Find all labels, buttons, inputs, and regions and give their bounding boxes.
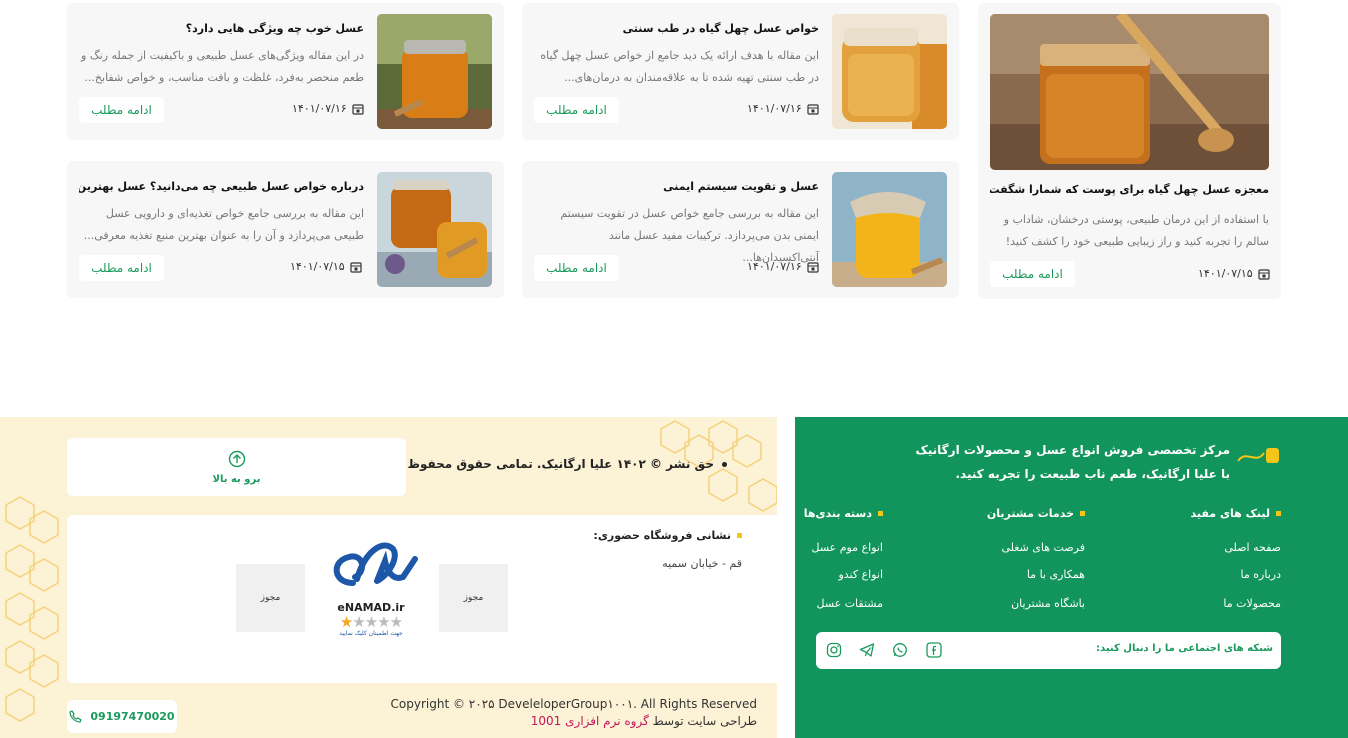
brand-subheading: با علیا ارگانیک، طعم ناب طبیعت را تجربه … <box>955 467 1230 481</box>
phone-button[interactable]: 09197470020 <box>67 700 177 733</box>
back-to-top-button[interactable]: برو به بالا <box>67 438 406 496</box>
footer-link-careers[interactable]: فرصت های شغلی <box>1001 541 1085 554</box>
article-card: عسل خوب چه ویژگی هایی دارد؟ در این مقاله… <box>67 3 504 140</box>
bullet-icon <box>722 461 727 467</box>
arrow-up-circle-icon <box>228 450 245 467</box>
customer-services-heading: خدمات مشتریان <box>987 507 1085 520</box>
article-thumbnail[interactable] <box>377 14 492 129</box>
article-date: ۱۴۰۱/۰۷/۱۶ <box>292 102 364 115</box>
article-thumbnail[interactable] <box>832 172 947 287</box>
footer-link-honey-derivatives[interactable]: مشتقات عسل <box>817 597 884 610</box>
brand-logo-icon[interactable] <box>1236 445 1280 467</box>
social-bar: شبکه های اجتماعی ما را دنبال کنید: <box>816 632 1281 669</box>
square-bullet-icon <box>878 511 883 516</box>
article-card: عسل و تقویت سیستم ایمنی این مقاله به برر… <box>522 161 959 298</box>
footer-link-hives[interactable]: انواع کندو <box>838 568 883 581</box>
footer-links-panel: مرکز تخصصی فروش انواع عسل و محصولات ارگا… <box>795 417 1348 738</box>
article-date: ۱۴۰۱/۰۷/۱۶ <box>747 260 819 273</box>
article-date: ۱۴۰۱/۰۷/۱۶ <box>747 102 819 115</box>
read-more-button[interactable]: ادامه مطلب <box>534 97 619 123</box>
article-thumbnail[interactable] <box>832 14 947 129</box>
article-card-featured: معجزه عسل چهل گیاه برای پوست که شمارا شگ… <box>978 3 1281 299</box>
square-bullet-icon <box>1080 511 1085 516</box>
brand-heading: مرکز تخصصی فروش انواع عسل و محصولات ارگا… <box>915 443 1230 457</box>
social-label: شبکه های اجتماعی ما را دنبال کنید: <box>1096 643 1273 654</box>
calendar-icon <box>350 261 362 273</box>
footer-link-beeswax[interactable]: انواع موم عسل <box>811 541 883 554</box>
article-date: ۱۴۰۱/۰۷/۱۵ <box>290 260 362 273</box>
square-bullet-icon <box>737 533 742 538</box>
read-more-button[interactable]: ادامه مطلب <box>990 261 1075 287</box>
enamad-badge[interactable]: eNAMAD.ir ★★★★★ جهت اطمینان کلیک نمایید <box>323 531 419 651</box>
license-badge[interactable]: مجوز <box>236 564 305 632</box>
star-icon: ★ <box>339 613 353 631</box>
store-info-box: نشانی فروشگاه حضوری: قم - خیابان سمیه مج… <box>67 515 777 683</box>
license-badge[interactable]: مجوز <box>439 564 508 632</box>
article-thumbnail[interactable] <box>377 172 492 287</box>
facebook-icon[interactable] <box>926 642 942 658</box>
footer-link-cooperation[interactable]: همکاری با ما <box>1027 568 1085 581</box>
calendar-icon <box>352 103 364 115</box>
article-title[interactable]: خواص عسل چهل گیاه در طب سنتی <box>534 22 819 35</box>
read-more-button[interactable]: ادامه مطلب <box>79 97 164 123</box>
article-title[interactable]: معجزه عسل چهل گیاه برای پوست که شمارا شگ… <box>990 183 1269 196</box>
enamad-logo-icon <box>333 542 418 586</box>
article-excerpt: این مقاله با هدف ارائه یک دید جامع از خو… <box>540 49 819 84</box>
footer-link-customer-club[interactable]: باشگاه مشتریان <box>1011 597 1085 610</box>
article-excerpt: با استفاده از این درمان طبیعی، پوستی درخ… <box>1003 213 1269 248</box>
footer-info-panel: حق نشر © ۱۴۰۲ علیا ارگانیک. تمامی حقوق م… <box>0 417 777 738</box>
address-text: قم - خیابان سمیه <box>662 557 742 570</box>
designer-credit: طراحی سایت توسط گروه نرم افزاری 1001 <box>530 714 757 728</box>
calendar-icon <box>807 261 819 273</box>
designer-link[interactable]: گروه نرم افزاری 1001 <box>531 714 649 728</box>
categories-heading: دسته بندی‌ها <box>804 507 883 520</box>
useful-links-heading: لینک های مفید <box>1191 507 1281 520</box>
article-excerpt: این مقاله به بررسی جامع خواص تغذیه‌ای و … <box>83 207 364 242</box>
calendar-icon <box>807 103 819 115</box>
article-card: خواص عسل چهل گیاه در طب سنتی این مقاله ب… <box>522 3 959 140</box>
read-more-button[interactable]: ادامه مطلب <box>534 255 619 281</box>
honeycomb-decoration <box>5 496 59 722</box>
copyright-fa: حق نشر © ۱۴۰۲ علیا ارگانیک. تمامی حقوق م… <box>370 457 727 471</box>
article-thumbnail[interactable] <box>990 14 1269 170</box>
article-date: ۱۴۰۱/۰۷/۱۵ <box>1198 267 1270 280</box>
calendar-icon <box>1258 268 1270 280</box>
telegram-icon[interactable] <box>859 642 875 658</box>
article-excerpt: در این مقاله ویژگی‌های عسل طبیعی و باکیف… <box>81 49 364 84</box>
article-title[interactable]: عسل و تقویت سیستم ایمنی <box>534 180 819 193</box>
article-title[interactable]: درباره خواص عسل طبیعی چه می‌دانید؟ عسل ب… <box>79 180 364 193</box>
phone-icon <box>69 710 83 723</box>
read-more-button[interactable]: ادامه مطلب <box>79 255 164 281</box>
enamad-stars: ★★★★★ <box>323 614 419 630</box>
address-label: نشانی فروشگاه حضوری: <box>593 529 742 542</box>
article-card: درباره خواص عسل طبیعی چه می‌دانید؟ عسل ب… <box>67 161 504 298</box>
copyright-en: Copyright © ۲۰۲۵ DeveleloperGroup۱۰۰۱. A… <box>390 697 757 711</box>
instagram-icon[interactable] <box>826 642 842 658</box>
star-icon: ★★★★ <box>352 613 403 631</box>
footer-link-products[interactable]: محصولات ما <box>1223 597 1281 610</box>
footer-link-about[interactable]: درباره ما <box>1241 568 1281 581</box>
whatsapp-icon[interactable] <box>892 642 908 658</box>
square-bullet-icon <box>1276 511 1281 516</box>
article-title[interactable]: عسل خوب چه ویژگی هایی دارد؟ <box>79 22 364 35</box>
footer-link-home[interactable]: صفحه اصلی <box>1224 541 1281 554</box>
